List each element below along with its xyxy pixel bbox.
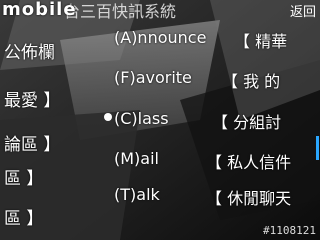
menu-item-announce[interactable]: (A)nnounce 【 精華 [104, 28, 314, 52]
menu-item-mail[interactable]: (M)ail 【 私人信件 [104, 149, 314, 173]
app-brand: mobile [2, 0, 77, 20]
menu-item-desc: 【 休閒聊天 [206, 189, 292, 208]
header-under-text: 台三百快訊系統 [64, 2, 177, 21]
menu-item-class[interactable]: (C)lass 【 分組討 [104, 109, 314, 133]
scrollbar-thumb[interactable] [316, 136, 319, 160]
left-panel-item: 論區 】 [4, 135, 61, 155]
screen: 台三百快訊系統 mobile 返回 公佈欄 最愛 】 論區 】 區 】 區 】 … [0, 0, 320, 240]
menu-item-desc: 【 精華 [234, 32, 288, 51]
menu-item-desc: 【 私人信件 [206, 153, 292, 172]
menu-item-desc: 【 我 的 [222, 72, 281, 91]
menu-item-key: (C)lass [114, 109, 169, 128]
menu-item-talk[interactable]: (T)alk 【 休閒聊天 [104, 185, 314, 209]
left-panel-item: 區 】 [4, 209, 44, 229]
left-panel-item: 公佈欄 [4, 43, 55, 63]
menu-item-key: (M)ail [114, 149, 159, 168]
menu-item-desc: 【 分組討 [212, 113, 282, 132]
left-panel-item: 最愛 】 [4, 91, 61, 111]
menu-item-favorite[interactable]: (F)avorite 【 我 的 [104, 68, 314, 92]
footer-id: #1108121 [263, 224, 316, 237]
selected-bullet-icon [104, 113, 112, 121]
top-bar: 台三百快訊系統 mobile 返回 [0, 0, 320, 21]
left-panel-item: 區 】 [4, 169, 44, 189]
menu-item-key: (F)avorite [114, 68, 192, 87]
back-button[interactable]: 返回 [290, 1, 316, 20]
menu-item-key: (A)nnounce [114, 28, 207, 47]
menu-item-key: (T)alk [114, 185, 160, 204]
